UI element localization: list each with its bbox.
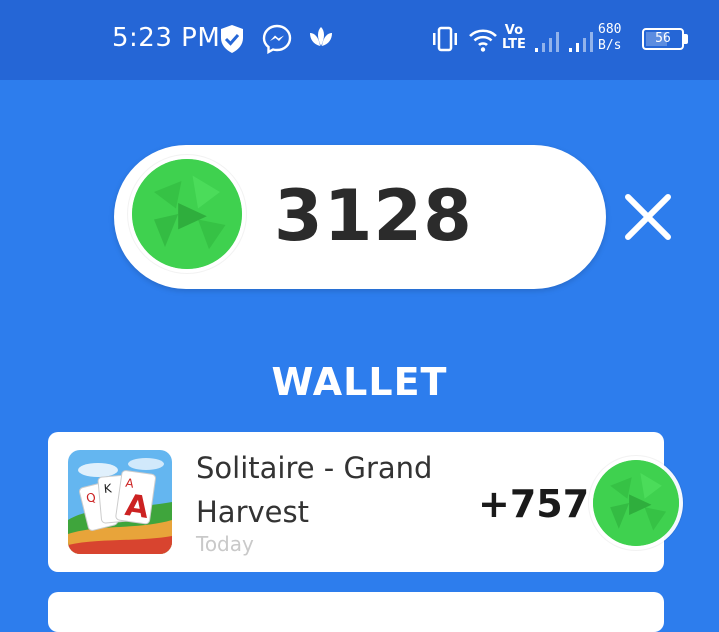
- shield-check-icon: [221, 25, 243, 53]
- battery-tip: [684, 34, 688, 44]
- signal-strength-icon: [535, 32, 559, 52]
- wifi-icon: [469, 29, 497, 52]
- status-bar: 5:23 PM Vo LTE 680 B/s 56: [0, 0, 719, 80]
- volte-indicator: Vo LTE: [502, 23, 526, 52]
- list-item[interactable]: [48, 592, 664, 632]
- battery-level: 56: [655, 31, 671, 46]
- coin-icon: [132, 159, 242, 269]
- signal-strength-icon-2: [569, 32, 593, 52]
- battery-icon: 56: [642, 28, 684, 50]
- transaction-amount: +757: [478, 482, 590, 526]
- status-time: 5:23 PM: [112, 23, 221, 53]
- messenger-icon: [262, 24, 292, 54]
- balance-amount: 3128: [274, 175, 473, 257]
- wallet-title: WALLET: [271, 360, 448, 404]
- close-icon[interactable]: [622, 193, 674, 241]
- balance-display: 3128: [114, 145, 606, 289]
- network-speed: 680 B/s: [598, 22, 622, 53]
- solitaire-grand-harvest-app-icon: Q K A A: [68, 450, 172, 554]
- lotus-icon: [310, 27, 332, 46]
- transaction-date: Today: [196, 532, 254, 556]
- coin-icon: [593, 460, 679, 546]
- vibrate-icon: [433, 26, 457, 52]
- list-item[interactable]: Q K A A Solitaire - Grand Harvest Today …: [48, 432, 679, 572]
- app-name: Solitaire - Grand Harvest: [196, 451, 433, 529]
